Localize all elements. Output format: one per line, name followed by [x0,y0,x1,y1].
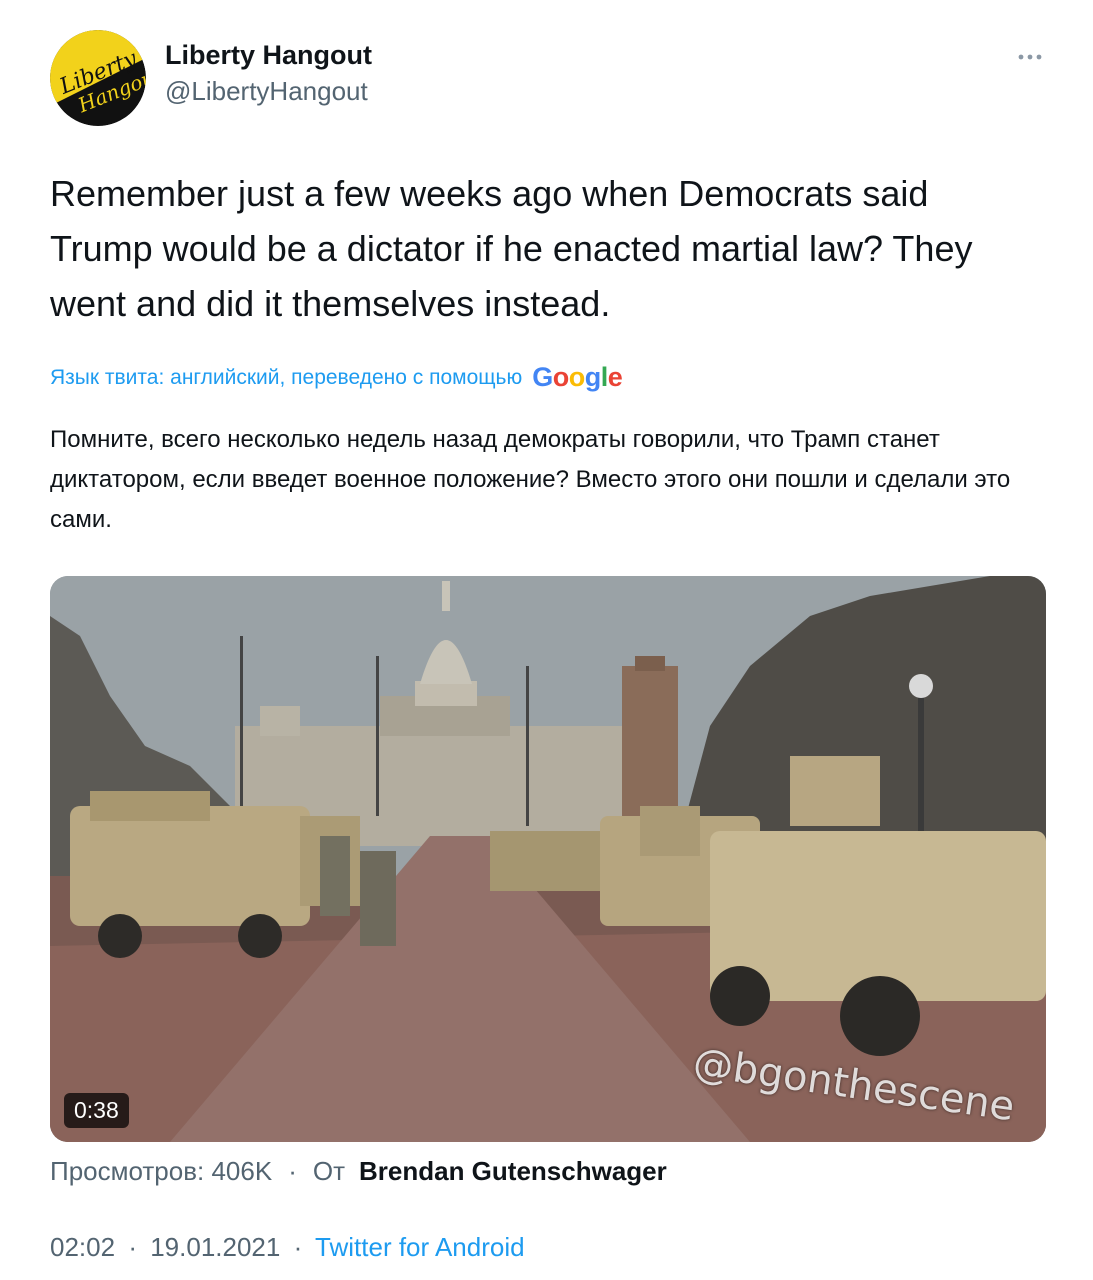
author-display-name[interactable]: Liberty Hangout [165,40,372,71]
more-options-button[interactable] [1012,42,1048,72]
video-author-link[interactable]: Brendan Gutenschwager [359,1156,667,1187]
video-thumbnail [50,576,1046,1142]
meta-separator-2: · [293,1232,303,1262]
tweet-meta-row: 02:02 · 19.01.2021 · Twitter for Android [50,1232,525,1263]
tweet-text: Remember just a few weeks ago when Democ… [50,173,973,324]
meta-separator-1: · [128,1232,137,1262]
tweet-date[interactable]: 19.01.2021 [150,1232,280,1262]
tweet-time[interactable]: 02:02 [50,1232,115,1262]
avatar[interactable]: Liberty Hangout [50,30,146,126]
from-label: От [312,1156,345,1186]
views-row: Просмотров: 406K · От Brendan Gutenschwa… [50,1156,667,1187]
google-logo: Google [532,362,623,392]
translation-notice[interactable]: Язык твита: английский, переведено с пом… [50,362,623,393]
author-handle[interactable]: @LibertyHangout [165,76,368,107]
more-horizontal-icon [1018,54,1042,60]
video-duration-badge: 0:38 [64,1093,129,1128]
view-count: Просмотров: 406K [50,1156,273,1186]
translated-text: Помните, всего несколько недель назад де… [50,426,1011,533]
translation-notice-text: Язык твита: английский, переведено с пом… [50,365,523,389]
views-separator: · [288,1156,297,1186]
video-player[interactable]: 0:38 @bgonthescene [50,576,1046,1142]
tweet-source-link[interactable]: Twitter for Android [315,1232,525,1262]
